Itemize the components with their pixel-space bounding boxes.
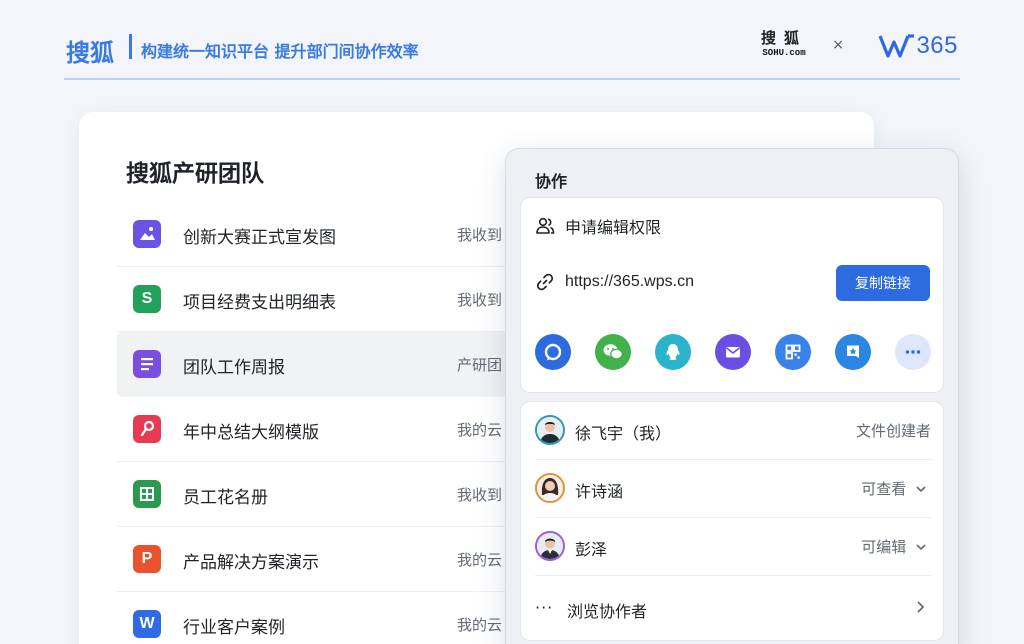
word-file-icon: W xyxy=(133,610,161,638)
image-file-icon xyxy=(133,220,161,248)
header: 搜狐 构建统一知识平台 提升部门间协作效率 搜狐 SOHU.com × 365 xyxy=(64,28,960,80)
file-name: 员工花名册 xyxy=(183,488,268,508)
collaborator-name: 彭泽 xyxy=(575,540,608,559)
avatar xyxy=(535,415,565,445)
file-name: 团队工作周报 xyxy=(183,358,285,378)
avatar xyxy=(535,531,565,561)
share-link-row: https://365.wps.cn xyxy=(535,270,694,294)
app-frame: 搜狐 构建统一知识平台 提升部门间协作效率 搜狐 SOHU.com × 365 … xyxy=(0,0,1024,644)
file-source: 我收到 xyxy=(457,226,503,244)
presentation-file-icon: P xyxy=(133,545,161,573)
chevron-down-icon xyxy=(916,544,926,551)
collaborator-row[interactable]: 彭泽 可编辑 xyxy=(535,518,931,576)
collaborator-row[interactable]: 徐飞宇（我） 文件创建者 xyxy=(535,402,931,460)
share-link-url[interactable]: https://365.wps.cn xyxy=(565,273,694,291)
spreadsheet-file-icon: S xyxy=(133,285,161,313)
brand-separator xyxy=(129,34,132,59)
chevron-right-icon xyxy=(917,601,925,613)
file-source: 我的云 xyxy=(457,421,503,439)
link-icon xyxy=(536,273,554,291)
divider xyxy=(535,575,931,576)
collaborators-section: 徐飞宇（我） 文件创建者 许诗涵 可查看 彭泽 可编辑 ··· 浏览协作者 xyxy=(520,401,944,641)
chat-share-icon[interactable] xyxy=(535,334,571,370)
more-dots-icon: ··· xyxy=(535,598,554,617)
request-edit-label: 申请编辑权限 xyxy=(565,218,662,237)
mindmap-file-icon xyxy=(133,415,161,443)
wps-w-icon xyxy=(878,34,915,58)
file-name: 产品解决方案演示 xyxy=(183,553,319,573)
wechat-share-icon[interactable] xyxy=(595,334,631,370)
share-targets xyxy=(535,334,931,372)
request-edit-permission[interactable]: 申请编辑权限 xyxy=(535,214,661,238)
qq-share-icon[interactable] xyxy=(655,334,691,370)
document-file-icon xyxy=(133,350,161,378)
file-source: 我的云 xyxy=(457,616,503,634)
file-source: 我的云 xyxy=(457,551,503,569)
sohu-logo: 搜狐 SOHU.com xyxy=(758,30,810,64)
file-name: 项目经费支出明细表 xyxy=(183,293,336,313)
collaboration-panel: 协作 申请编辑权限 https://365.wps.cn 复制链接 徐飞宇（我）… xyxy=(505,148,959,644)
mail-share-icon[interactable] xyxy=(715,334,751,370)
browse-collaborators[interactable]: ··· 浏览协作者 xyxy=(535,592,931,628)
file-name: 创新大赛正式宣发图 xyxy=(183,228,336,248)
sohu-logo-bottom: SOHU.com xyxy=(762,48,806,58)
users-icon xyxy=(536,217,555,234)
chevron-down-icon xyxy=(916,486,926,493)
wps365-logo: 365 xyxy=(878,32,958,60)
panel-title: 协作 xyxy=(535,172,568,191)
star-share-icon[interactable] xyxy=(835,334,871,370)
more-share-icon[interactable] xyxy=(895,334,931,370)
table-file-icon xyxy=(133,480,161,508)
wps365-text: 365 xyxy=(916,32,958,59)
file-source: 我收到 xyxy=(457,291,503,309)
avatar xyxy=(535,473,565,503)
partnership-times: × xyxy=(832,37,844,53)
sohu-logo-top: 搜狐 xyxy=(760,29,807,47)
qrcode-share-icon[interactable] xyxy=(775,334,811,370)
collaborator-row[interactable]: 许诗涵 可查看 xyxy=(535,460,931,518)
team-title: 搜狐产研团队 xyxy=(126,161,264,187)
file-source: 产研团 xyxy=(457,356,503,374)
collaborator-name: 徐飞宇（我） xyxy=(575,424,672,443)
file-source: 我收到 xyxy=(457,486,503,504)
collaborator-role: 文件创建者 xyxy=(855,422,931,440)
tagline: 构建统一知识平台 提升部门间协作效率 xyxy=(141,42,419,61)
file-name: 年中总结大纲模版 xyxy=(183,423,319,443)
browse-collaborators-label: 浏览协作者 xyxy=(567,602,648,621)
copy-link-button[interactable]: 复制链接 xyxy=(836,265,930,301)
brand-name: 搜狐 xyxy=(66,39,114,67)
permission-label: 可查看 xyxy=(861,480,907,498)
permission-label: 可编辑 xyxy=(861,538,907,556)
permission-dropdown[interactable]: 可编辑 xyxy=(861,536,927,557)
collaborator-name: 许诗涵 xyxy=(575,482,624,501)
file-name: 行业客户案例 xyxy=(183,618,285,638)
share-section: 申请编辑权限 https://365.wps.cn 复制链接 xyxy=(520,197,944,393)
permission-dropdown[interactable]: 可查看 xyxy=(861,478,927,499)
